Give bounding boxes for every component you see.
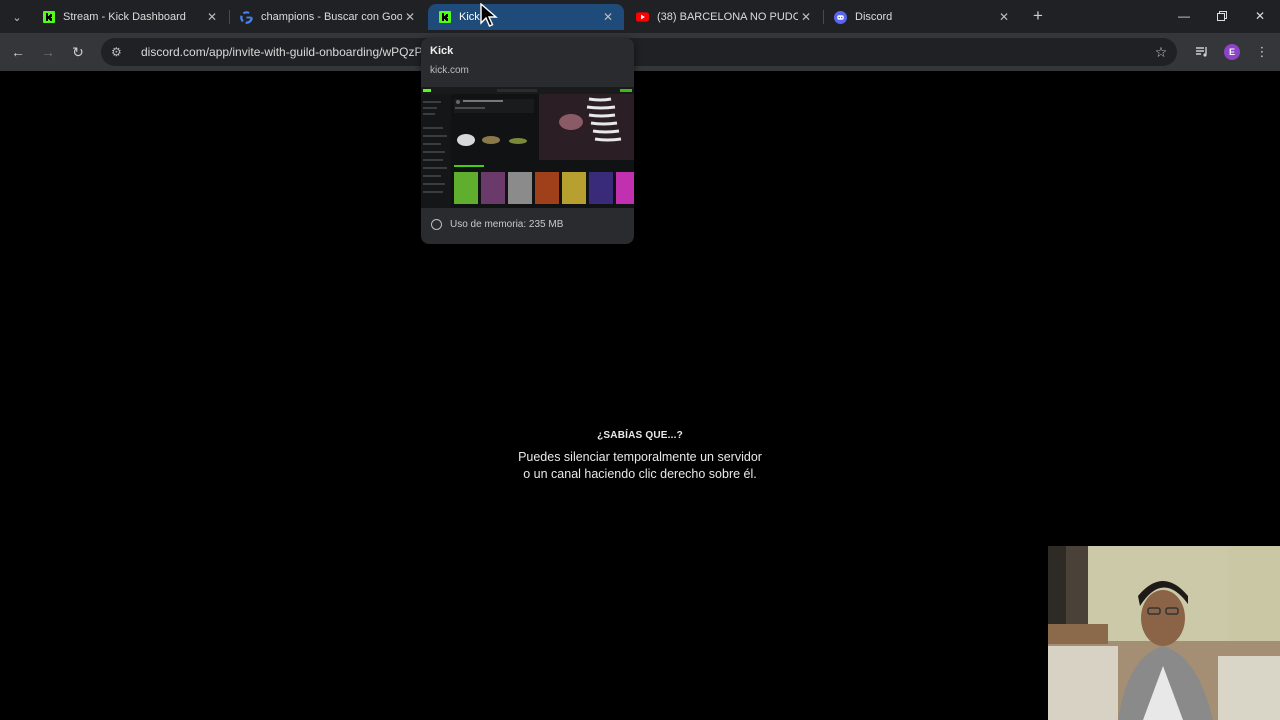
google-icon [240,10,253,24]
tab-strip: ⌄ Stream - Kick Dashboard ✕ champions - … [0,0,1280,33]
tab-kick-dashboard[interactable]: Stream - Kick Dashboard ✕ [32,4,228,30]
hover-card-title: Kick [430,45,454,57]
tab-preview-thumbnail [421,87,634,208]
memory-gauge-icon [431,219,442,230]
discord-icon [834,10,847,24]
url-input[interactable] [139,44,433,60]
restore-icon[interactable] [1208,6,1236,26]
address-bar[interactable]: ⚙ [101,38,1177,66]
close-window-icon[interactable]: ✕ [1246,6,1274,26]
tip-heading: ¿SABÍAS QUE...? [597,430,683,441]
forward-arrow-icon[interactable]: → [38,42,58,62]
browser-toolbar: ← → ↻ ⚙ ☆ E ⋮ [0,33,1280,71]
tab-title: Stream - Kick Dashboard [63,11,186,23]
memory-usage-label: Uso de memoria: 235 MB [450,219,564,230]
kick-icon [42,11,55,24]
profile-avatar[interactable]: E [1224,44,1240,60]
tip-body: Puedes silenciar temporalmente un servid… [518,450,762,481]
close-tab-icon[interactable]: ✕ [204,9,220,25]
tab-title: Discord [855,11,893,23]
tab-google-search[interactable]: champions - Buscar con Google ✕ [230,4,426,30]
webcam-overlay [1048,546,1280,720]
tab-title: (38) BARCELONA NO PUDO con [657,11,798,23]
close-tab-icon[interactable]: ✕ [798,9,814,25]
tab-hover-card: Kick kick.com Uso de memoria: 235 MB [421,38,634,244]
new-tab-plus-icon[interactable]: + [1028,6,1048,26]
memory-usage: Uso de memoria: 235 MB [431,219,563,230]
kick-icon [438,11,451,24]
close-tab-icon[interactable]: ✕ [996,9,1012,25]
tab-discord[interactable]: Discord ✕ [824,4,1020,30]
close-tab-icon[interactable]: ✕ [600,9,616,25]
back-arrow-icon[interactable]: ← [8,42,28,62]
youtube-icon [636,11,649,24]
tab-search-chevron-icon[interactable]: ⌄ [6,7,28,27]
hover-card-url: kick.com [430,65,469,76]
bookmark-star-icon[interactable]: ☆ [1151,42,1171,62]
tab-youtube[interactable]: (38) BARCELONA NO PUDO con ✕ [626,4,822,30]
tab-title: champions - Buscar con Google [261,11,402,23]
mouse-cursor-icon [480,3,498,27]
reload-icon[interactable]: ↻ [68,42,88,62]
media-control-icon[interactable] [1192,42,1212,62]
site-info-icon[interactable]: ⚙ [111,45,127,59]
minimize-icon[interactable]: — [1170,6,1198,26]
close-tab-icon[interactable]: ✕ [402,9,418,25]
tab-kick[interactable]: Kick ✕ [428,4,624,30]
more-menu-icon[interactable]: ⋮ [1252,42,1272,62]
